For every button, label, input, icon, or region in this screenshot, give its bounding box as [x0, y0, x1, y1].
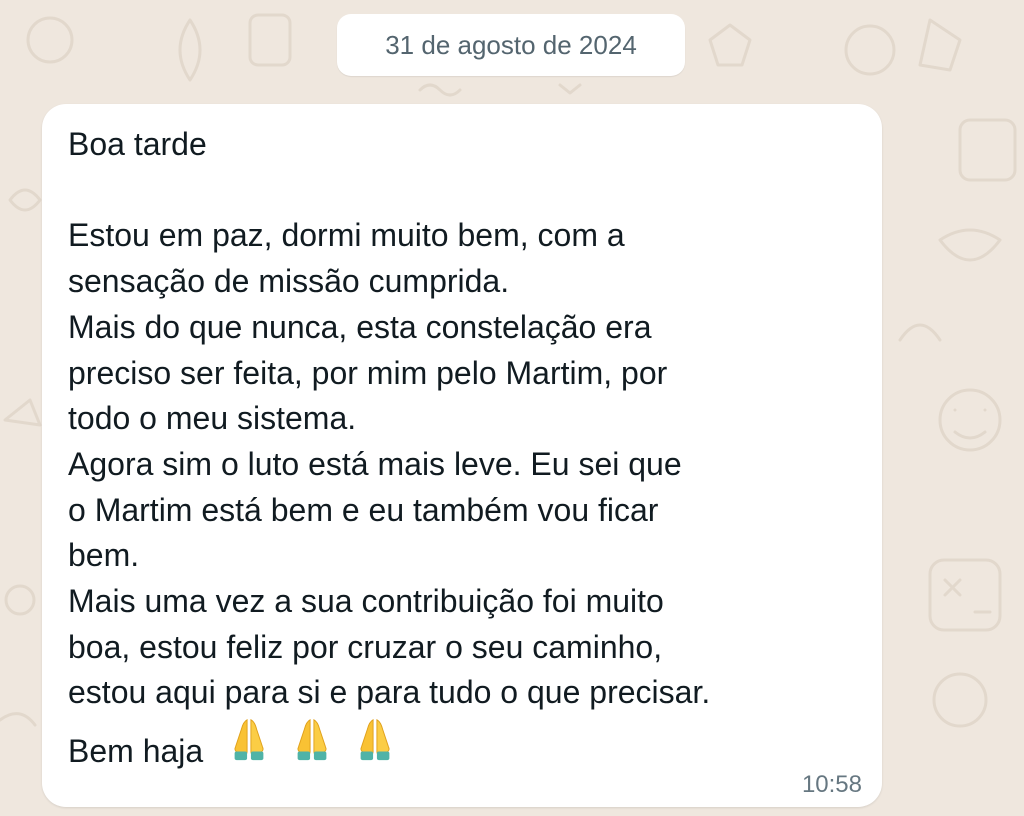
message-line: todo o meu sistema.: [68, 400, 357, 437]
message-line: Mais uma vez a sua contribuição foi muit…: [68, 583, 664, 620]
message-line: Mais do que nunca, esta constelação era: [68, 308, 652, 345]
message-line: boa, estou feliz por cruzar o seu caminh…: [68, 628, 663, 665]
message-line: Boa tarde: [68, 126, 207, 162]
folded-hands-icon: [234, 719, 264, 761]
message-line: preciso ser feita, por mim pelo Martim, …: [68, 354, 668, 391]
closing-text: Bem haja: [68, 733, 204, 770]
folded-hands-icon: [360, 719, 390, 761]
message-line: o Martim está bem e eu também vou ficar: [68, 491, 659, 528]
folded-hands-icon: [297, 719, 327, 761]
message-closing-line: Bem haja: [68, 716, 868, 775]
message-timestamp: 10:58: [801, 771, 862, 798]
message-line: Agora sim o luto está mais leve. Eu sei …: [68, 445, 682, 482]
message-line: estou aqui para si e para tudo o que pre…: [68, 674, 711, 711]
message-line: Estou em paz, dormi muito bem, com a: [68, 217, 625, 254]
message-bubble[interactable]: Boa tarde Estou em paz, dormi muito bem,…: [42, 104, 882, 807]
message-text: Boa tarde Estou em paz, dormi muito bem,…: [68, 122, 868, 775]
message-line: sensação de missão cumprida.: [68, 263, 510, 300]
message-line: bem.: [68, 537, 140, 574]
date-chip: 31 de agosto de 2024: [337, 14, 685, 76]
message-line-blank: [68, 168, 868, 214]
